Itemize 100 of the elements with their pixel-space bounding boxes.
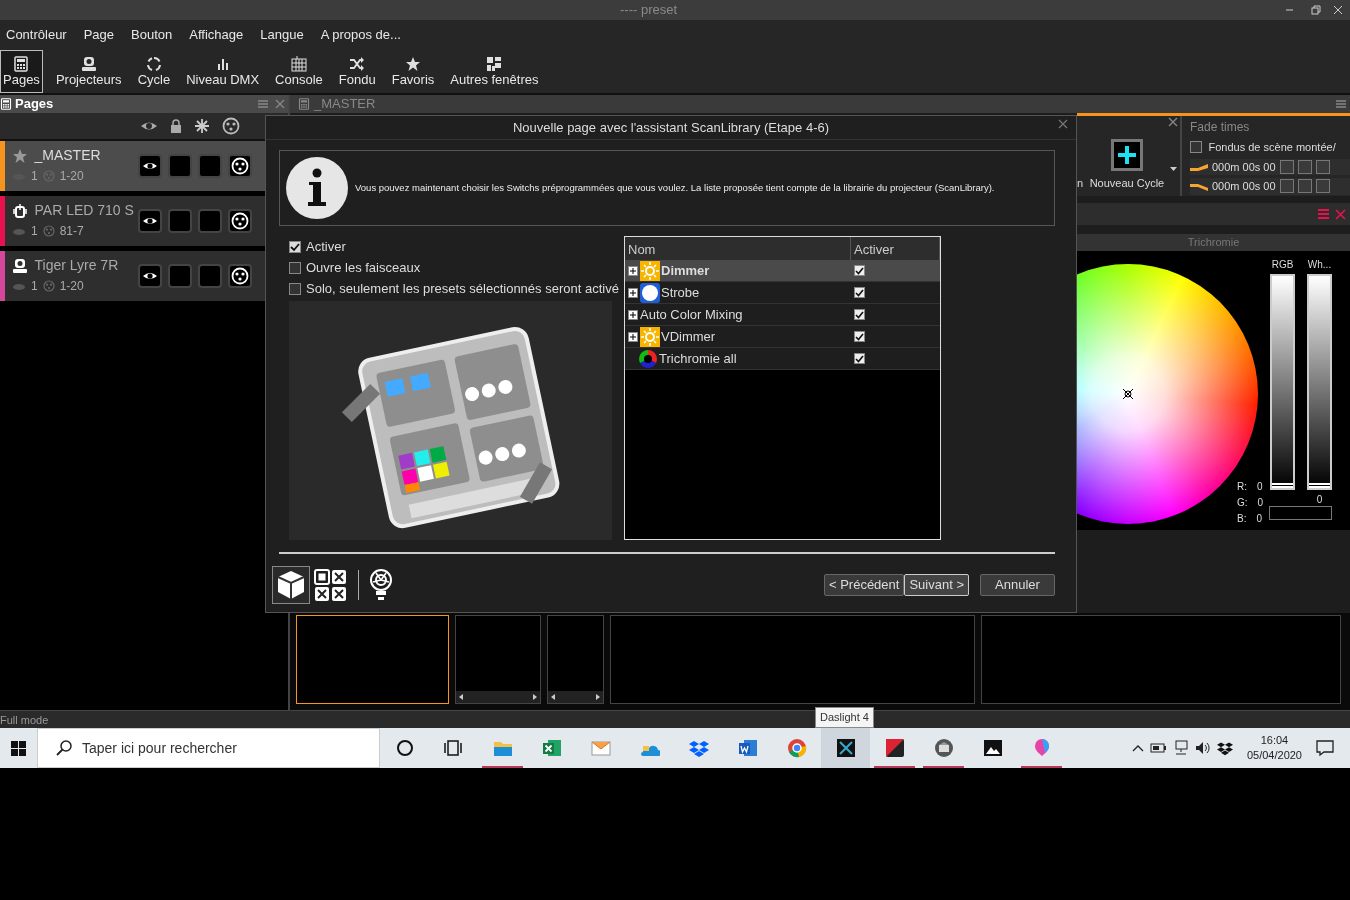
envelope-icon[interactable] xyxy=(590,738,611,758)
toolbar-button[interactable]: Cycle xyxy=(134,50,174,93)
checkbox[interactable] xyxy=(854,286,866,298)
menu-item[interactable]: Bouton xyxy=(131,25,173,45)
toolbar-button[interactable]: Autres fenêtres xyxy=(447,50,542,93)
app-icon[interactable] xyxy=(835,738,856,758)
spin-button[interactable] xyxy=(1297,159,1312,174)
table-row[interactable]: Dimmer xyxy=(625,260,940,282)
table-row[interactable]: Strobe xyxy=(625,282,940,304)
arrow-left-icon[interactable] xyxy=(459,694,463,700)
checkbox[interactable] xyxy=(289,261,301,274)
toggle-button[interactable] xyxy=(168,209,192,233)
toolbar-button[interactable]: Console xyxy=(272,50,326,93)
dialog-button[interactable]: Suivant > xyxy=(904,574,969,596)
expand-icon[interactable] xyxy=(628,309,638,320)
expand-icon[interactable] xyxy=(628,265,638,276)
scrollbar[interactable] xyxy=(456,691,540,703)
toolbar-button[interactable]: Niveau DMX xyxy=(183,50,263,93)
clock-time[interactable]: 16:04 xyxy=(1246,733,1302,748)
search-field[interactable]: Taper ici pour rechercher xyxy=(37,728,380,768)
toggle-button[interactable] xyxy=(168,264,192,288)
bulb-icon[interactable] xyxy=(369,569,393,601)
toolbar-button[interactable]: Projecteurs xyxy=(52,50,125,93)
slider-thumb[interactable] xyxy=(1272,483,1293,488)
close-icon[interactable] xyxy=(1168,117,1178,127)
arrow-right-icon[interactable] xyxy=(533,694,537,700)
table-row[interactable]: VDimmer xyxy=(625,326,940,348)
dialog-button[interactable]: < Précédent xyxy=(823,574,905,596)
menu-item[interactable]: Affichage xyxy=(189,25,244,45)
caret-icon[interactable] xyxy=(1170,167,1177,171)
cube-3d-button[interactable] xyxy=(272,566,310,604)
table-row[interactable]: Auto Color Mixing xyxy=(625,304,940,326)
visibility-button[interactable] xyxy=(138,154,162,178)
menu-item[interactable]: Langue xyxy=(260,25,304,45)
network-icon[interactable] xyxy=(1172,740,1189,756)
dmx-button[interactable] xyxy=(228,209,252,233)
task-view-icon[interactable] xyxy=(443,738,464,758)
checkbox[interactable] xyxy=(289,282,301,295)
battery-icon[interactable] xyxy=(1149,740,1167,756)
dmx-button[interactable] xyxy=(228,264,252,288)
spin-button[interactable] xyxy=(1315,179,1330,194)
checkbox[interactable] xyxy=(1190,141,1202,154)
chevron-up-icon[interactable] xyxy=(1131,743,1144,753)
connector-icon xyxy=(231,267,249,285)
menu-icon[interactable] xyxy=(1336,99,1346,109)
globe-icon[interactable] xyxy=(786,738,807,758)
menu-item[interactable]: Contrôleur xyxy=(6,25,67,45)
expand-icon[interactable] xyxy=(628,331,638,342)
toolbar-button[interactable]: Fondu xyxy=(335,50,379,93)
toggle-button[interactable] xyxy=(198,264,222,288)
value-field[interactable] xyxy=(1269,506,1332,520)
scrollbar[interactable] xyxy=(548,691,603,703)
toggle-button[interactable] xyxy=(168,154,192,178)
checkbox[interactable] xyxy=(854,308,866,320)
spin-button[interactable] xyxy=(1297,179,1312,194)
close-icon[interactable] xyxy=(1335,208,1346,220)
close-icon[interactable] xyxy=(1058,119,1068,129)
taskbar-app[interactable] xyxy=(821,728,870,768)
checkbox[interactable] xyxy=(854,352,866,364)
visibility-button[interactable] xyxy=(138,264,162,288)
toggle-button[interactable] xyxy=(198,209,222,233)
close-icon[interactable] xyxy=(1332,5,1343,15)
arrow-right-icon[interactable] xyxy=(596,694,600,700)
toolbar-button[interactable]: Favoris xyxy=(388,50,438,93)
notification-icon[interactable] xyxy=(1316,739,1334,757)
checkbox[interactable] xyxy=(854,264,866,276)
page-name: PAR LED 710 S xyxy=(34,201,134,220)
crosshair-icon[interactable] xyxy=(1122,388,1134,400)
spin-button[interactable] xyxy=(1279,159,1294,174)
clock-date[interactable]: 05/04/2020 xyxy=(1246,748,1302,763)
checkbox[interactable] xyxy=(854,330,866,342)
table-row[interactable]: Trichromie all xyxy=(625,348,940,370)
arrow-left-icon[interactable] xyxy=(551,694,555,700)
new-cycle-button[interactable]: Nouveau Cycle xyxy=(1089,138,1165,191)
expand-icon[interactable] xyxy=(628,287,638,298)
preview-panel[interactable] xyxy=(296,615,449,704)
dmx-button[interactable] xyxy=(228,154,252,178)
dialog-button[interactable]: Annuler xyxy=(980,574,1055,596)
restore-icon[interactable] xyxy=(1310,5,1321,15)
circle-icon[interactable] xyxy=(394,738,415,758)
picture-icon[interactable] xyxy=(982,738,1003,758)
menu-icon[interactable] xyxy=(1318,208,1329,220)
slider-thumb[interactable] xyxy=(1309,483,1330,488)
menu-item[interactable]: A propos de... xyxy=(320,25,401,45)
box-icon[interactable] xyxy=(1216,740,1233,756)
spreadsheet-icon[interactable] xyxy=(541,738,562,758)
spin-button[interactable] xyxy=(1279,179,1294,194)
document-icon[interactable] xyxy=(737,738,758,758)
checkbox[interactable] xyxy=(289,240,301,253)
slider-track[interactable] xyxy=(1307,274,1332,490)
channel-value: 0 xyxy=(1257,480,1263,494)
volume-icon[interactable] xyxy=(1194,740,1211,756)
slider-track[interactable] xyxy=(1270,274,1295,490)
menu-item[interactable]: Page xyxy=(83,25,115,45)
toolbar-button[interactable]: Pages xyxy=(0,50,43,93)
grid-icon[interactable] xyxy=(314,568,347,602)
spin-button[interactable] xyxy=(1315,159,1330,174)
toggle-button[interactable] xyxy=(198,154,222,178)
visibility-button[interactable] xyxy=(138,209,162,233)
app-icon[interactable] xyxy=(884,738,905,758)
